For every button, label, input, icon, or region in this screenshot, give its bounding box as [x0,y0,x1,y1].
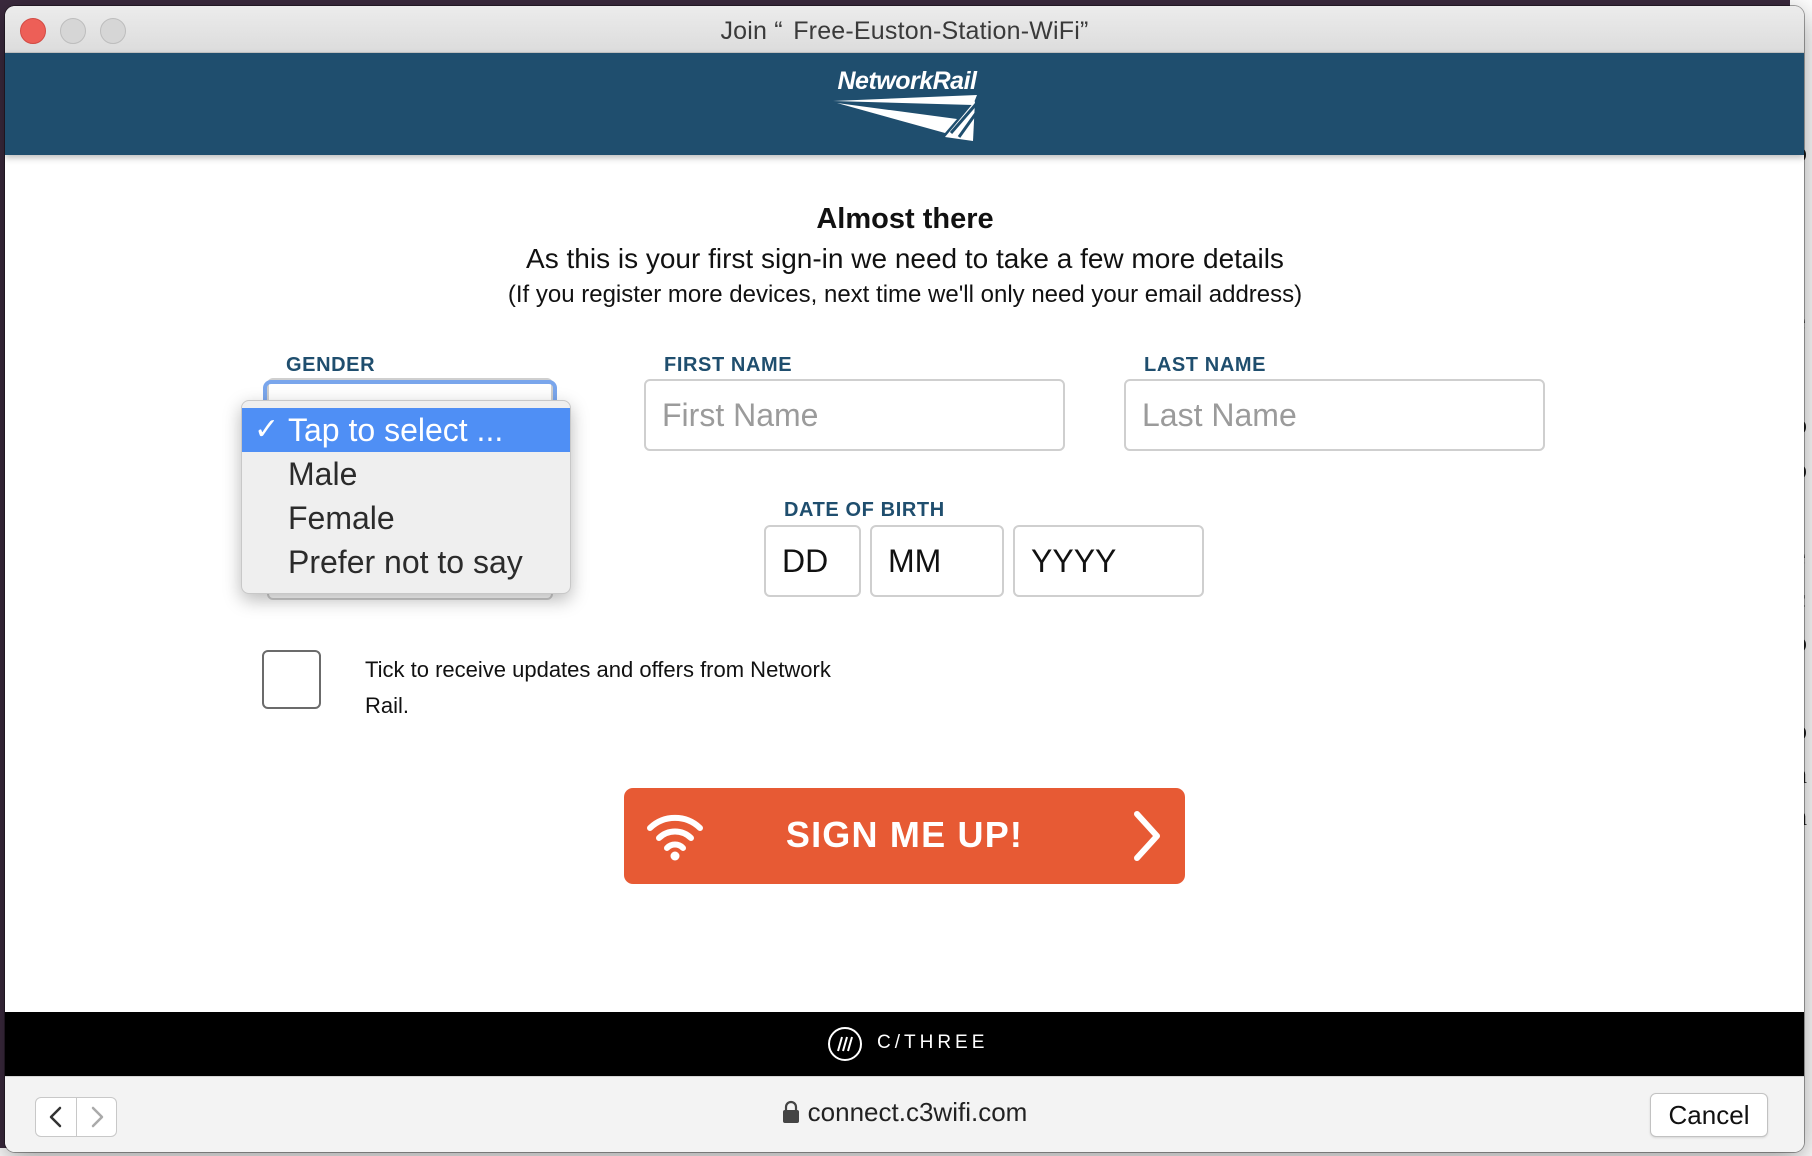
page-note: (If you register more devices, next time… [507,281,1303,308]
url-display: connect.c3wifi.com [5,1097,1804,1128]
checkmark-icon: ✓ [254,413,280,446]
footer: C/THREE [5,1012,1804,1076]
sign-me-up-button[interactable]: SIGN ME UP! [624,788,1185,884]
captive-portal-window: Join “ Free-Euston-Station-WiFi” Network… [5,6,1804,1152]
updates-checkbox[interactable] [262,650,321,709]
chevron-right-icon [1134,811,1160,861]
page-subtitle: As this is your first sign-in we need to… [526,243,1284,274]
network-rail-logo: NetworkRail [827,67,987,143]
last-name-field[interactable] [1124,379,1545,451]
gender-option-female[interactable]: Female [242,496,570,540]
network-rail-header: NetworkRail [5,53,1804,155]
window-title: Join “ Free-Euston-Station-WiFi” [720,17,1089,45]
gender-dropdown-menu: ✓ Tap to select ... Male Female Prefer n… [241,400,571,594]
gender-option-label: Female [288,500,395,536]
logo-text: NetworkRail [837,67,977,95]
title-bar: Join “ Free-Euston-Station-WiFi” [5,6,1804,53]
gender-option-label: Tap to select ... [288,412,504,448]
gender-option-label: Male [288,456,358,492]
signup-form: Almost there As this is your first sign-… [5,155,1804,1015]
gender-select-focus-ring [263,380,557,400]
page-title: Almost there [816,203,994,235]
bottom-toolbar: connect.c3wifi.com Cancel [5,1076,1804,1152]
first-name-field[interactable] [644,379,1065,451]
url-text: connect.c3wifi.com [807,1097,1028,1127]
lock-icon [782,1100,799,1123]
dob-day-field[interactable] [764,525,861,597]
network-rail-arrow-icon [833,95,981,141]
updates-checkbox-label: Tick to receive updates and offers from … [365,657,831,718]
footer-brand: C/THREE [877,1032,989,1053]
gender-option-label: Prefer not to say [288,544,523,580]
sign-me-up-label: SIGN ME UP! [785,814,1024,855]
date-of-birth-label: DATE OF BIRTH [784,499,945,521]
dob-month-field[interactable] [870,525,1004,597]
gender-option-male[interactable]: Male [242,452,570,496]
gender-label: GENDER [286,354,376,376]
first-name-label: FIRST NAME [664,354,793,376]
cancel-button[interactable]: Cancel [1650,1093,1768,1137]
last-name-label: LAST NAME [1144,354,1267,376]
dob-year-field[interactable] [1013,525,1204,597]
gender-option-tap-to-select[interactable]: ✓ Tap to select ... [242,408,570,452]
c3-logo-icon [828,1027,862,1061]
gender-option-prefer-not-to-say[interactable]: Prefer not to say [242,540,570,584]
